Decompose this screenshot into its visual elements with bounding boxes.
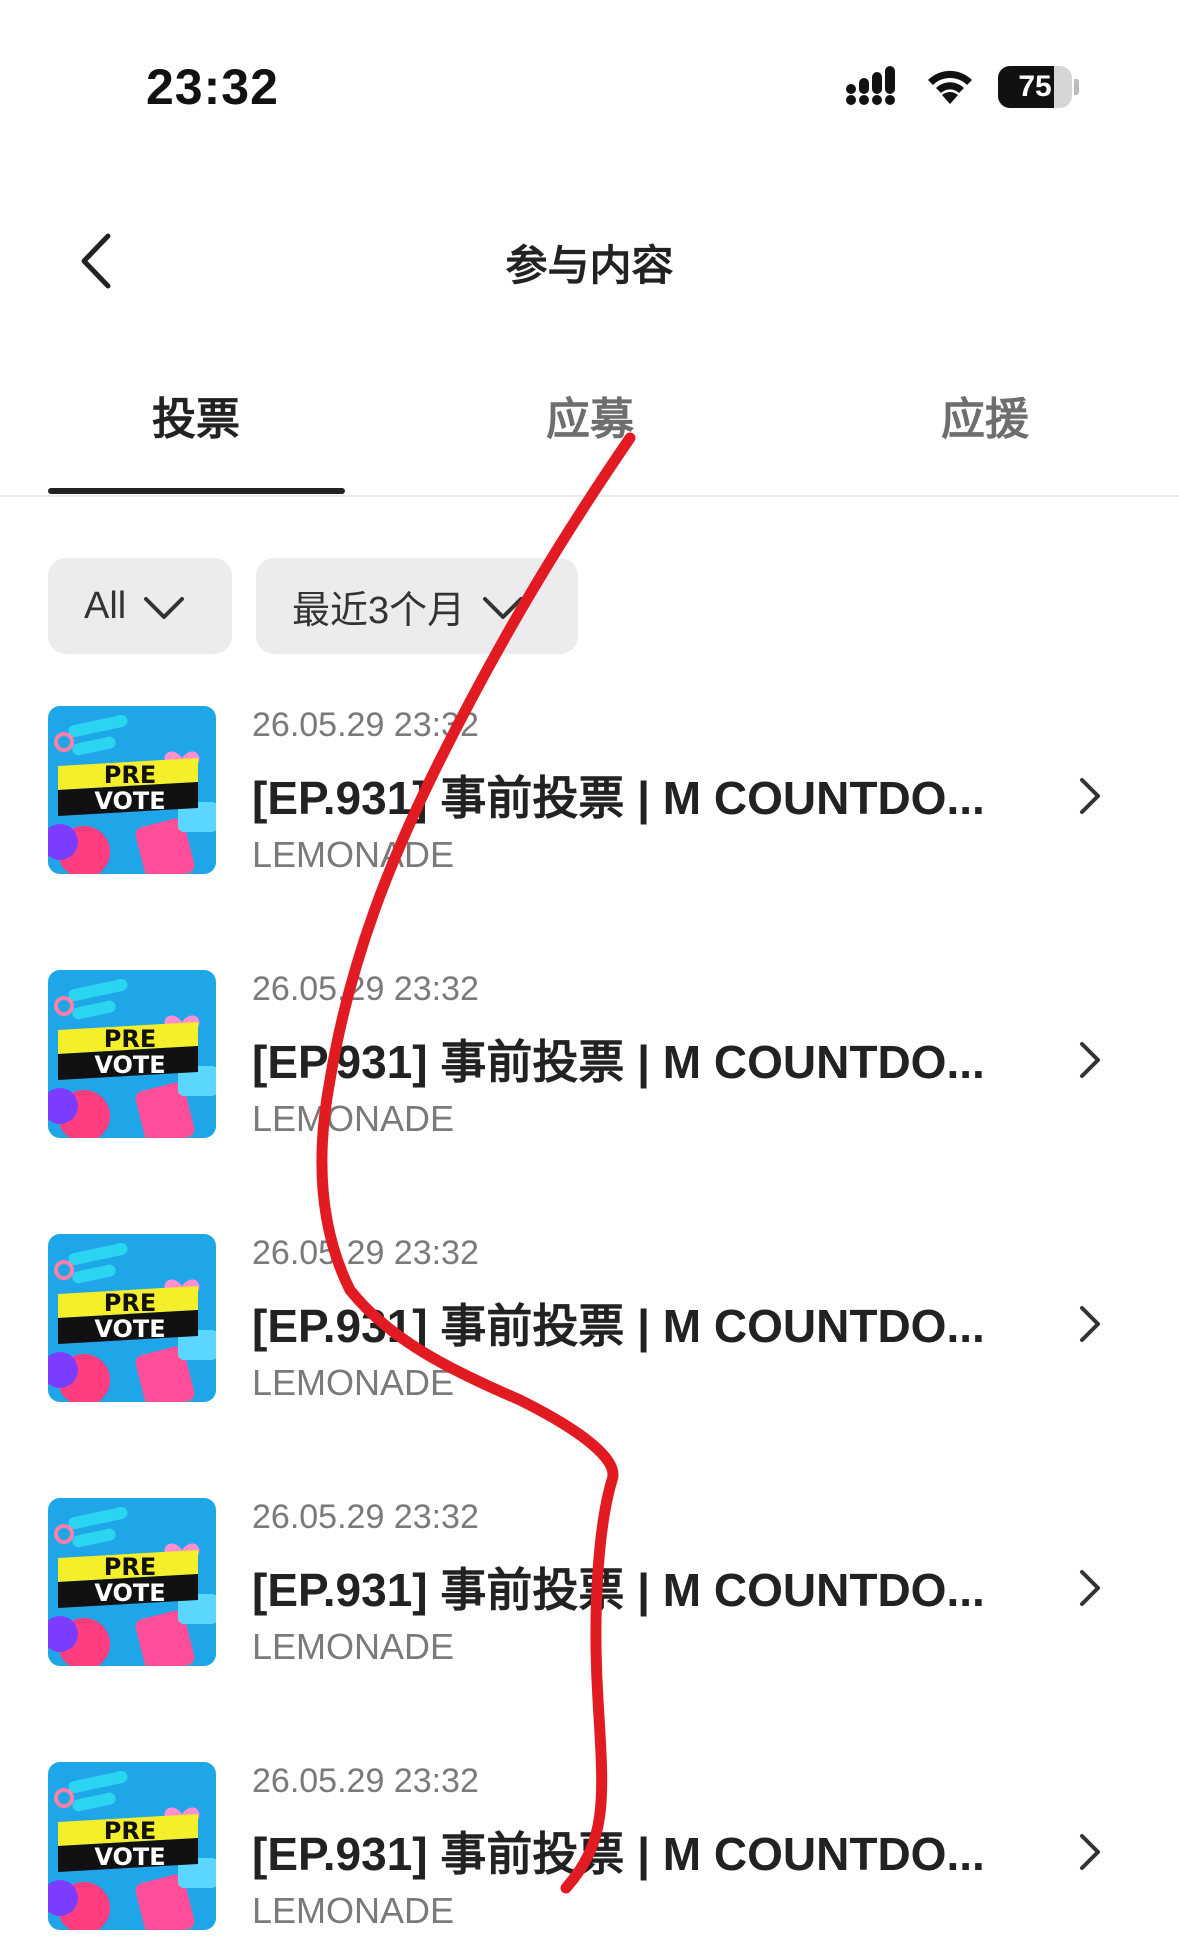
chevron-down-icon — [483, 597, 524, 619]
thumbnail-vote-text: VOTE — [94, 787, 165, 815]
tab-bar: 投票 应募 应援 — [0, 380, 1179, 498]
item-title: [EP.931] 事前投票 | M COUNTDO... — [252, 772, 985, 824]
active-tab-indicator — [48, 488, 345, 494]
item-artist: LEMONADE — [252, 1890, 455, 1931]
chevron-right-icon — [1080, 1834, 1100, 1870]
status-time: 23:32 — [146, 59, 279, 115]
pre-vote-thumbnail: PRE VOTE — [48, 1498, 216, 1666]
item-date: 26.05.29 23:32 — [252, 970, 479, 1008]
chevron-right-icon — [1080, 1570, 1100, 1606]
thumbnail-vote-text: VOTE — [94, 1579, 165, 1607]
pre-vote-thumbnail: PRE VOTE — [48, 1762, 216, 1930]
battery-percent: 75 — [1018, 70, 1052, 103]
list-item[interactable]: PRE VOTE 26.05.29 23:32 [EP.931] 事前投票 | … — [0, 970, 1179, 1234]
battery-icon: 75 — [998, 66, 1080, 108]
signal-icon — [846, 66, 895, 105]
chevron-down-icon — [144, 597, 185, 619]
pre-vote-thumbnail: PRE VOTE — [48, 970, 216, 1138]
item-title: [EP.931] 事前投票 | M COUNTDO... — [252, 1564, 985, 1616]
list-item[interactable]: PRE VOTE 26.05.29 23:32 [EP.931] 事前投票 | … — [0, 1234, 1179, 1498]
item-date: 26.05.29 23:32 — [252, 1498, 479, 1536]
period-filter-label: 最近3个月 — [292, 589, 466, 632]
item-date: 26.05.29 23:32 — [252, 1762, 479, 1800]
thumbnail-vote-text: VOTE — [94, 1843, 165, 1871]
thumbnail-pre-text: PRE — [104, 761, 156, 789]
item-date: 26.05.29 23:32 — [252, 1234, 479, 1272]
thumbnail-pre-text: PRE — [104, 1025, 156, 1053]
tab-apply[interactable]: 应募 — [440, 380, 740, 496]
list-item[interactable]: PRE VOTE 26.05.29 23:32 [EP.931] 事前投票 | … — [0, 1762, 1179, 1956]
chevron-right-icon — [1080, 1042, 1100, 1078]
pre-vote-thumbnail: PRE VOTE — [48, 1234, 216, 1402]
item-artist: LEMONADE — [252, 834, 455, 875]
thumbnail-vote-text: VOTE — [94, 1051, 165, 1079]
page-title: 参与内容 — [505, 242, 674, 289]
pre-vote-thumbnail: PRE VOTE — [48, 706, 216, 874]
item-artist: LEMONADE — [252, 1626, 455, 1667]
period-filter-dropdown[interactable]: 最近3个月 — [256, 558, 578, 654]
item-title: [EP.931] 事前投票 | M COUNTDO... — [252, 1300, 985, 1352]
wifi-icon — [928, 70, 972, 104]
thumbnail-pre-text: PRE — [104, 1817, 156, 1845]
item-artist: LEMONADE — [252, 1362, 455, 1403]
chevron-right-icon — [1080, 778, 1100, 814]
item-artist: LEMONADE — [252, 1098, 455, 1139]
list-item[interactable]: PRE VOTE 26.05.29 23:32 [EP.931] 事前投票 | … — [0, 1498, 1179, 1762]
tabs-divider — [0, 495, 1179, 497]
item-title: [EP.931] 事前投票 | M COUNTDO... — [252, 1828, 985, 1880]
status-bar: 23:32 75 — [0, 0, 1179, 150]
thumbnail-pre-text: PRE — [104, 1289, 156, 1317]
item-date: 26.05.29 23:32 — [252, 706, 479, 744]
tab-vote[interactable]: 投票 — [46, 380, 346, 496]
tab-support[interactable]: 应援 — [835, 380, 1135, 496]
participation-list: PRE VOTE 26.05.29 23:32 [EP.931] 事前投票 | … — [0, 706, 1179, 1956]
thumbnail-pre-text: PRE — [104, 1553, 156, 1581]
list-item[interactable]: PRE VOTE 26.05.29 23:32 [EP.931] 事前投票 | … — [0, 706, 1179, 970]
item-title: [EP.931] 事前投票 | M COUNTDO... — [252, 1036, 985, 1088]
chevron-right-icon — [1080, 1306, 1100, 1342]
thumbnail-vote-text: VOTE — [94, 1315, 165, 1343]
category-filter-label: All — [84, 584, 127, 627]
page: 23:32 75 参与内容 投票 应募 应援 All 最近3个月 PRE VOT… — [0, 0, 1179, 1956]
category-filter-dropdown[interactable]: All — [48, 558, 232, 654]
